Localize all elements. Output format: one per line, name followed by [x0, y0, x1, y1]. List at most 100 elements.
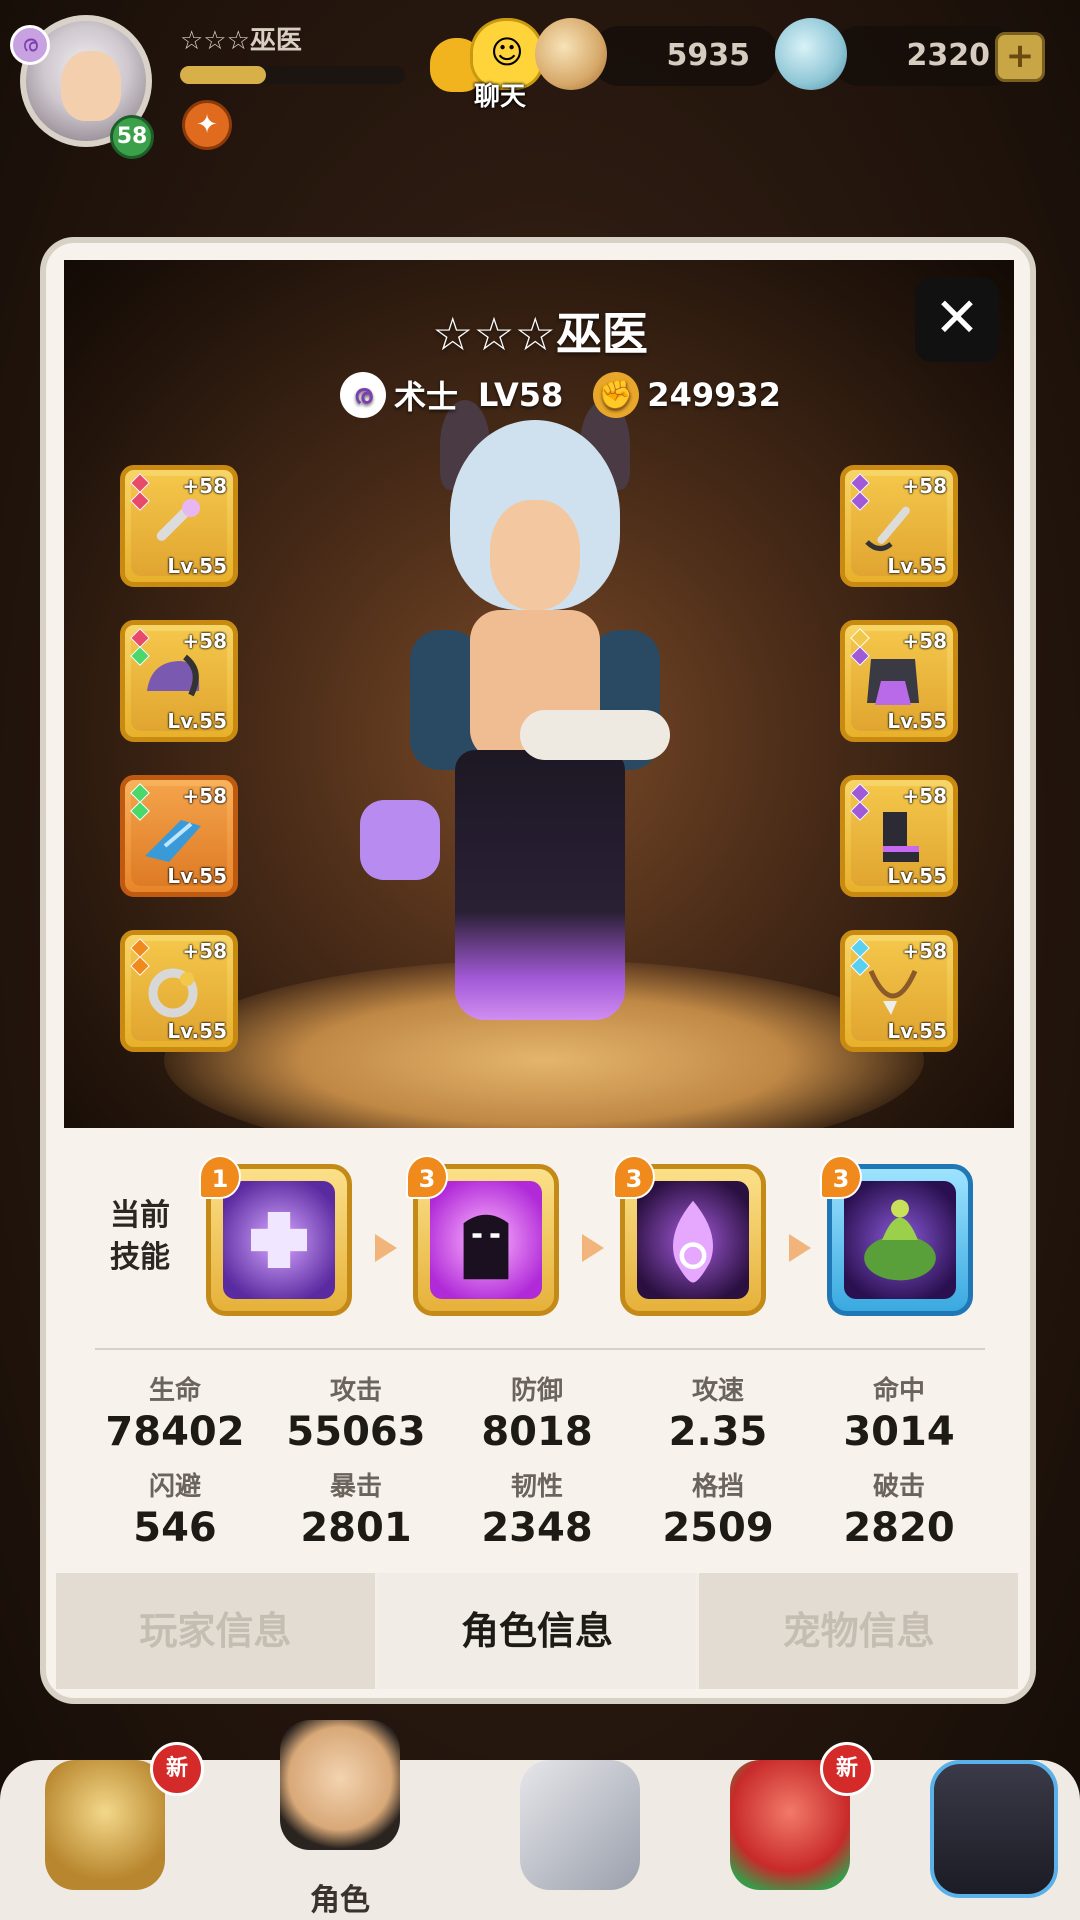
skill-rank-badge: 3 [820, 1155, 862, 1199]
equip-slot-right-2[interactable]: +58 Lv.55 [840, 620, 958, 742]
equip-enhance: +58 [182, 784, 227, 808]
stat-value: 78402 [105, 1409, 245, 1455]
xp-bar-fill [180, 66, 266, 84]
stat-label: 命中 [872, 1376, 925, 1406]
shadow-figure-icon [430, 1181, 542, 1299]
tab-pet-info[interactable]: 宠物信息 [699, 1573, 1019, 1689]
gem-counter: 2320 [775, 18, 1020, 90]
power-value: 249932 [647, 376, 781, 414]
stat-armor-break: 破击 2820 [809, 1466, 989, 1551]
skill-slot-1[interactable]: 1 [199, 1155, 352, 1316]
character-level: LV58 [478, 376, 564, 414]
equip-slot-right-4[interactable]: +58 Lv.55 [840, 930, 958, 1052]
nav-tribe[interactable]: 新 [15, 1720, 204, 1920]
info-tabs: 玩家信息 角色信息 宠物信息 [56, 1573, 1019, 1689]
current-skills-label: 当前 技能 [100, 1195, 180, 1279]
equip-enhance: +58 [182, 474, 227, 498]
chat-button[interactable]: ☺ 聊天 [430, 18, 550, 112]
stat-value: 2509 [662, 1505, 774, 1551]
stat-label: 格挡 [691, 1472, 744, 1502]
class-emblem-icon: ര [10, 25, 50, 65]
nav-character[interactable]: 角色 [250, 1700, 430, 1918]
equip-level: Lv.55 [887, 709, 947, 733]
stat-toughness: 韧性 2348 [447, 1466, 627, 1551]
equip-slot-left-3[interactable]: +58 Lv.55 [120, 775, 238, 897]
add-currency-button[interactable]: + [995, 32, 1045, 82]
stat-value: 2348 [481, 1505, 593, 1551]
skill-rank-badge: 3 [406, 1155, 448, 1199]
stat-hit: 命中 3014 [809, 1370, 989, 1455]
equip-level: Lv.55 [167, 864, 227, 888]
equip-slot-left-1[interactable]: +58 Lv.55 [120, 465, 238, 587]
stat-hp: 生命 78402 [85, 1370, 265, 1455]
stat-value: 2.35 [668, 1409, 768, 1455]
equip-level: Lv.55 [887, 1019, 947, 1043]
stat-label: 生命 [148, 1376, 201, 1406]
stat-label: 韧性 [510, 1472, 563, 1502]
armor-icon [867, 659, 919, 705]
stat-label: 攻击 [329, 1376, 382, 1406]
bracer-icon [145, 820, 201, 862]
power-icon: ✊ [593, 372, 640, 418]
stat-label: 破击 [872, 1472, 925, 1502]
gold-value: 5935 [666, 38, 751, 73]
equip-slot-right-3[interactable]: +58 Lv.55 [840, 775, 958, 897]
new-badge: 新 [150, 1742, 204, 1796]
gold-shell-icon [535, 18, 607, 90]
buff-status-icon[interactable]: ✦ [182, 100, 232, 150]
skills-label-line1: 当前 [110, 1198, 170, 1233]
nav-character-label: 角色 [310, 1883, 370, 1918]
equip-slot-right-1[interactable]: +58 Lv.55 [840, 465, 958, 587]
stat-label: 防御 [510, 1376, 563, 1406]
chat-label: 聊天 [473, 82, 526, 112]
spirit-flame-icon [637, 1181, 749, 1299]
stat-block: 格挡 2509 [628, 1466, 808, 1551]
stat-attack: 攻击 55063 [266, 1370, 446, 1455]
skill-slot-3[interactable]: 3 [613, 1155, 766, 1316]
equip-enhance: +58 [182, 629, 227, 653]
sword-icon [520, 1760, 640, 1890]
tab-character-info[interactable]: 角色信息 [377, 1573, 700, 1689]
equip-level: Lv.55 [167, 709, 227, 733]
class-name: 术士 [394, 378, 459, 416]
close-button[interactable]: ✕ [915, 278, 999, 362]
skill-slot-4[interactable]: 3 [820, 1155, 973, 1316]
xp-bar [180, 66, 405, 84]
equip-level: Lv.55 [167, 1019, 227, 1043]
chevron-right-icon [375, 1234, 397, 1262]
skill-slot-2[interactable]: 3 [406, 1155, 559, 1316]
toad-totem-icon [844, 1181, 956, 1299]
stat-label: 闪避 [148, 1472, 201, 1502]
character-mask-icon [280, 1720, 400, 1850]
altar-banner-icon [930, 1760, 1058, 1898]
stat-value: 3014 [843, 1409, 955, 1455]
player-level-badge: 58 [110, 115, 154, 159]
crystal-orb [360, 800, 440, 880]
stat-value: 55063 [286, 1409, 426, 1455]
helmet-icon [147, 654, 200, 697]
equip-level: Lv.55 [887, 554, 947, 578]
player-name: ☆☆☆巫医 [180, 26, 302, 56]
new-badge: 新 [820, 1742, 874, 1796]
gem-shell-icon [775, 18, 847, 90]
equip-slot-left-4[interactable]: +58 Lv.55 [120, 930, 238, 1052]
character-subtitle: ര 术士 LV58 ✊ 249932 [340, 370, 781, 420]
nav-altar[interactable] [900, 1720, 1080, 1920]
stat-crit: 暴击 2801 [266, 1466, 446, 1551]
heal-cross-icon [223, 1181, 335, 1299]
skill-rank-badge: 1 [199, 1155, 241, 1199]
equip-enhance: +58 [902, 474, 947, 498]
equip-enhance: +58 [182, 939, 227, 963]
character-model [360, 400, 720, 1050]
stat-defense: 防御 8018 [447, 1370, 627, 1455]
equip-enhance: +58 [902, 629, 947, 653]
nav-equipment[interactable] [490, 1720, 670, 1920]
chevron-right-icon [789, 1234, 811, 1262]
ring-icon [148, 968, 198, 1018]
nav-pets[interactable]: 新 [700, 1720, 880, 1920]
character-face [490, 500, 580, 610]
tab-player-info[interactable]: 玩家信息 [56, 1573, 378, 1689]
bone-weapon [520, 710, 670, 760]
tribe-chief-icon [45, 1760, 165, 1890]
equip-slot-left-2[interactable]: +58 Lv.55 [120, 620, 238, 742]
